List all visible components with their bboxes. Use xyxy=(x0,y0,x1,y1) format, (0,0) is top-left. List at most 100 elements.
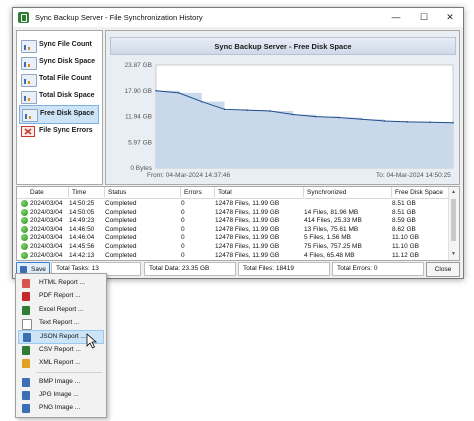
sidebar-item-label: File Sync Errors xyxy=(39,127,93,134)
success-icon xyxy=(21,200,28,207)
image-file-icon xyxy=(22,378,30,387)
menu-item-html-report[interactable]: HTML Report ... xyxy=(18,277,104,289)
cell-total: 12478 Files, 11.99 GB xyxy=(215,200,280,207)
data-point xyxy=(315,115,317,118)
json-file-icon xyxy=(23,333,31,342)
cell-total: 12478 Files, 11.99 GB xyxy=(215,217,280,225)
menu-item-xml-report[interactable]: XML Report ... xyxy=(18,357,104,369)
cell-errors: 0 xyxy=(181,243,185,250)
menu-item-label: PDF Report ... xyxy=(39,292,81,299)
cell-time: 14:46:50 xyxy=(69,225,95,233)
sidebar-item-total-file-count[interactable]: Total File Count xyxy=(19,71,99,88)
chart-selector-list: Sync File Count Sync Disk Space Total Fi… xyxy=(16,30,103,185)
cell-errors: 0 xyxy=(181,251,185,259)
column-header-date[interactable]: Date xyxy=(30,189,44,196)
table-row[interactable]: 2024/03/04 14:42:13 Completed 0 12478 Files,… xyxy=(17,251,449,260)
cell-status: Completed xyxy=(105,251,137,259)
column-header-status[interactable]: Status xyxy=(104,187,126,197)
data-point xyxy=(223,108,226,111)
column-header-errors[interactable]: Errors xyxy=(180,187,202,197)
menu-separator xyxy=(36,372,102,373)
menu-item-text-report[interactable]: Text Report ... xyxy=(18,317,104,330)
menu-item-pdf-report[interactable]: PDF Report ... xyxy=(18,290,104,302)
floppy-disk-icon xyxy=(20,266,27,273)
table-scrollbar[interactable]: ▲ ▼ xyxy=(448,187,459,260)
cell-synchronized: 4 Files, 65.48 MB xyxy=(304,251,355,259)
menu-item-png-image[interactable]: PNG Image ... xyxy=(18,402,104,414)
sidebar-item-label: Sync File Count xyxy=(39,41,92,48)
chart-to-label: To: 04-Mar-2024 14:50:25 xyxy=(376,172,451,179)
column-header-time[interactable]: Time xyxy=(68,187,86,197)
sidebar-item-sync-file-count[interactable]: Sync File Count xyxy=(19,37,99,54)
cell-time: 14:50:25 xyxy=(69,200,95,207)
text-file-icon xyxy=(22,319,32,330)
window-title: Sync Backup Server - File Synchronizatio… xyxy=(35,13,203,22)
image-file-icon xyxy=(22,391,30,400)
cell-errors: 0 xyxy=(181,200,185,207)
cell-time: 14:50:05 xyxy=(69,208,95,216)
chart-icon xyxy=(22,109,38,122)
html-file-icon xyxy=(22,279,30,288)
menu-item-label: PNG Image ... xyxy=(39,404,81,411)
cell-time: 14:42:13 xyxy=(69,251,95,259)
column-header-free-disk-space[interactable]: Free Disk Space xyxy=(391,187,443,197)
sidebar-item-file-sync-errors[interactable]: File Sync Errors xyxy=(19,123,99,140)
cell-date: 2024/03/04 xyxy=(30,225,63,233)
scroll-up-icon[interactable]: ▲ xyxy=(451,189,456,195)
cell-errors: 0 xyxy=(181,225,185,233)
sidebar-item-total-disk-space[interactable]: Total Disk Space xyxy=(19,88,99,105)
cell-synchronized: 75 Files, 757.25 MB xyxy=(304,243,362,250)
history-table[interactable]: Date Time Status Errors Total Synchroniz… xyxy=(16,186,460,261)
cell-status: Completed xyxy=(105,225,137,233)
scrollbar-thumb[interactable] xyxy=(451,199,456,241)
sidebar-item-free-disk-space[interactable]: Free Disk Space xyxy=(19,105,99,124)
cell-date: 2024/03/04 xyxy=(30,200,63,207)
chart-icon xyxy=(21,91,37,104)
excel-file-icon xyxy=(22,306,30,315)
y-tick-label: 23.87 GB xyxy=(125,62,152,69)
cell-date: 2024/03/04 xyxy=(30,217,63,225)
cell-free-disk-space: 11.10 GB xyxy=(392,234,419,242)
close-window-button[interactable]: ✕ xyxy=(439,10,461,25)
chart-from-label: From: 04-Mar-2024 14:37:46 xyxy=(147,172,231,179)
sidebar-item-sync-disk-space[interactable]: Sync Disk Space xyxy=(19,54,99,71)
menu-item-bmp-image[interactable]: BMP Image ... xyxy=(18,376,104,388)
xml-file-icon xyxy=(22,359,30,368)
minimize-button[interactable]: — xyxy=(385,10,407,25)
y-tick-label: 17.90 GB xyxy=(125,88,152,95)
cell-free-disk-space: 8.51 GB xyxy=(392,200,416,207)
maximize-button[interactable]: ☐ xyxy=(413,10,435,25)
cell-time: 14:49:23 xyxy=(69,217,95,225)
menu-item-excel-report[interactable]: Excel Report ... xyxy=(18,304,104,316)
column-header-total[interactable]: Total xyxy=(214,187,232,197)
data-point xyxy=(429,121,431,124)
data-point xyxy=(406,121,409,123)
save-button-label: Save xyxy=(31,266,46,273)
mouse-pointer-icon xyxy=(86,333,98,349)
menu-item-label: JPG Image ... xyxy=(39,391,79,398)
cell-free-disk-space: 8.51 GB xyxy=(392,208,416,216)
sidebar-item-label: Total Disk Space xyxy=(39,92,95,99)
total-data-field: Total Data: 23.35 GB xyxy=(144,262,236,276)
error-icon xyxy=(21,126,35,137)
cell-free-disk-space: 8.62 GB xyxy=(392,225,416,233)
data-point xyxy=(246,109,249,111)
cell-total: 12478 Files, 11.99 GB xyxy=(215,208,280,216)
menu-item-label: HTML Report ... xyxy=(39,279,85,286)
data-point xyxy=(292,113,294,116)
menu-item-jpg-image[interactable]: JPG Image ... xyxy=(18,389,104,401)
app-icon xyxy=(18,12,29,23)
column-header-synchronized[interactable]: Synchronized xyxy=(303,187,346,197)
menu-item-label: XML Report ... xyxy=(39,359,81,366)
sidebar-item-label: Free Disk Space xyxy=(40,110,95,117)
close-button[interactable]: Close xyxy=(426,262,460,277)
data-point xyxy=(155,89,157,92)
total-files-field: Total Files: 18419 xyxy=(238,262,330,276)
cell-free-disk-space: 11.12 GB xyxy=(392,251,419,259)
title-bar: Sync Backup Server - File Synchronizatio… xyxy=(13,8,463,27)
csv-file-icon xyxy=(22,346,30,355)
scroll-down-icon[interactable]: ▼ xyxy=(451,251,456,257)
data-point xyxy=(337,116,340,119)
cell-time: 14:45:56 xyxy=(69,243,95,250)
success-icon xyxy=(21,208,28,216)
